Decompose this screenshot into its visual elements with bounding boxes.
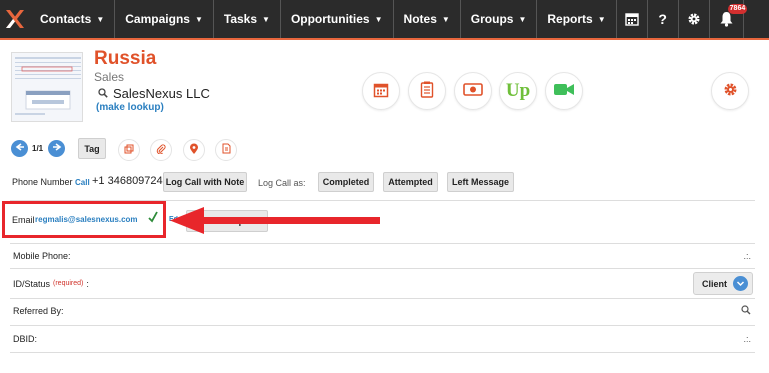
nav-underline: [0, 38, 769, 40]
money-icon: [463, 83, 483, 99]
map-location-button[interactable]: [183, 139, 205, 161]
upwork-icon: Up: [505, 80, 531, 101]
paperclip-icon: [156, 143, 166, 157]
completed-button[interactable]: Completed: [318, 172, 374, 192]
nav-groups[interactable]: Groups ▼: [461, 0, 538, 38]
nav-tasks[interactable]: Tasks ▼: [214, 0, 281, 38]
video-camera-icon: [553, 82, 575, 100]
make-lookup-link[interactable]: (make lookup): [96, 102, 164, 113]
referred-by-row: Referred By:: [10, 298, 755, 323]
notification-badge: 7864: [727, 4, 748, 14]
gear-icon: [723, 82, 738, 100]
nav-reports[interactable]: Reports ▼: [537, 0, 617, 38]
log-call-as-label: Log Call as:: [258, 178, 306, 188]
schedule-calendar-button[interactable]: [362, 72, 400, 110]
nav-opportunities[interactable]: Opportunities ▼: [281, 0, 394, 38]
video-call-button[interactable]: [545, 72, 583, 110]
task-list-button[interactable]: [408, 72, 446, 110]
call-link[interactable]: Call: [75, 178, 90, 187]
log-call-with-note-button[interactable]: Log Call with Note: [163, 172, 247, 192]
copy-button[interactable]: [118, 139, 140, 161]
chevron-down-icon: [733, 276, 748, 291]
company-name[interactable]: SalesNexus LLC: [98, 86, 210, 101]
annotation-arrow-icon: [170, 207, 380, 234]
previous-record-button[interactable]: [11, 140, 28, 157]
tag-button[interactable]: Tag: [78, 138, 106, 159]
copy-icon: [124, 144, 134, 157]
page-title: Russia: [94, 48, 157, 69]
document-button[interactable]: [215, 139, 237, 161]
attempted-button[interactable]: Attempted: [383, 172, 438, 192]
mobile-phone-label: Mobile Phone:: [13, 251, 71, 261]
dbid-row: DBID: .:.: [10, 325, 755, 353]
calendar-icon: [373, 82, 389, 101]
top-nav-bar: Contacts ▼ Campaigns ▼ Tasks ▼ Opportunitie…: [0, 0, 769, 38]
arrow-right-icon: [52, 142, 62, 155]
next-record-button[interactable]: [48, 140, 65, 157]
search-icon: [98, 86, 108, 101]
left-message-button[interactable]: Left Message: [447, 172, 514, 192]
nav-contacts[interactable]: Contacts ▼: [30, 0, 116, 38]
bell-icon[interactable]: 7864: [710, 0, 748, 38]
mobile-phone-row: Mobile Phone: .:.: [10, 243, 755, 268]
help-icon[interactable]: ?: [648, 0, 679, 38]
map-pin-icon: [189, 143, 199, 158]
dbid-label: DBID:: [13, 334, 38, 344]
more-dots-icon[interactable]: .:.: [743, 251, 751, 261]
search-icon[interactable]: [741, 305, 751, 317]
contact-thumbnail[interactable]: [11, 52, 83, 122]
nav-notes[interactable]: Notes ▼: [394, 0, 461, 38]
calendar-icon[interactable]: [617, 0, 648, 38]
arrow-left-icon: [15, 142, 25, 155]
logo-icon[interactable]: [0, 0, 30, 38]
document-icon: [222, 143, 231, 157]
referred-by-label: Referred By:: [13, 306, 64, 316]
id-status-row: ID/Status (required) : Client: [10, 268, 755, 298]
notepad-icon: [420, 81, 434, 101]
required-marker: (required): [53, 280, 84, 287]
more-dots-icon[interactable]: .:.: [743, 334, 751, 344]
nav-campaigns[interactable]: Campaigns ▼: [115, 0, 214, 38]
settings-gear-button[interactable]: [711, 72, 749, 110]
id-status-label: ID/Status: [13, 278, 51, 289]
phone-number-label: Phone Number: [12, 177, 73, 187]
gear-icon[interactable]: [679, 0, 710, 38]
record-counter: 1/1: [32, 144, 44, 153]
attach-button[interactable]: [150, 139, 172, 161]
highlight-box: [2, 201, 166, 238]
contact-subtitle: Sales: [94, 70, 125, 84]
status-select[interactable]: Client: [693, 272, 753, 295]
opportunity-money-button[interactable]: [454, 72, 492, 110]
upwork-button[interactable]: Up: [499, 72, 537, 110]
phone-number-value: +1 346809724: [92, 175, 163, 187]
